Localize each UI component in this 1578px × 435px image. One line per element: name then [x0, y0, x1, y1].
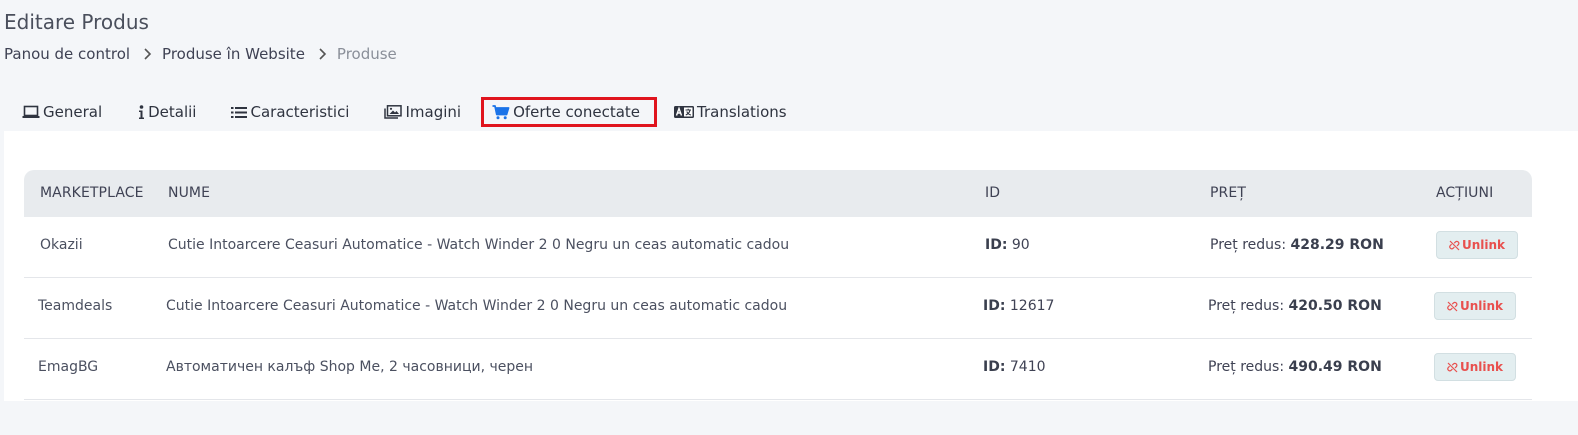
tab-caracteristici[interactable]: Caracteristici	[227, 97, 353, 127]
list-icon	[231, 106, 248, 119]
cart-icon	[492, 104, 510, 120]
table-row: Teamdeals Cutie Intoarcere Ceasuri Autom…	[24, 278, 1532, 339]
unlink-button[interactable]: Unlink	[1434, 353, 1516, 381]
breadcrumb: Panou de control Produse în Website Prod…	[4, 45, 397, 63]
offer-id-cell: ID: 90	[985, 237, 1030, 253]
table-row: Okazii Cutie Intoarcere Ceasuri Automati…	[24, 217, 1532, 278]
tab-detalii[interactable]: Detalii	[134, 97, 200, 127]
chevron-right-icon	[142, 48, 152, 60]
breadcrumb-item-website-products[interactable]: Produse în Website	[162, 45, 305, 63]
price-cell: Preț redus: 428.29 RON	[1210, 237, 1384, 253]
tab-label: Oferte conectate	[513, 103, 641, 121]
tab-imagini[interactable]: Imagini	[380, 97, 465, 127]
marketplace-cell: EmagBG	[38, 359, 99, 375]
breadcrumb-item-products: Produse	[336, 45, 397, 63]
tab-label: Translations	[697, 103, 787, 121]
product-name-cell: Cutie Intoarcere Ceasuri Automatice - Wa…	[168, 237, 790, 253]
tab-oferte-conectate[interactable]: Oferte conectate	[481, 97, 658, 127]
tab-label: Detalii	[148, 103, 197, 121]
product-name-cell: Cutie Intoarcere Ceasuri Automatice - Wa…	[166, 298, 788, 314]
price-cell: Preț redus: 490.49 RON	[1208, 359, 1382, 375]
images-icon	[384, 105, 403, 119]
tab-label: Imagini	[405, 103, 462, 121]
table-row: EmagBG Автоматичен калъф Shop Me, 2 часо…	[24, 339, 1532, 400]
breadcrumb-item-dashboard[interactable]: Panou de control	[4, 45, 130, 63]
chevron-right-icon	[317, 48, 327, 60]
language-icon	[674, 106, 695, 118]
tab-label: General	[43, 103, 103, 121]
product-name-cell: Автоматичен калъф Shop Me, 2 часовници, …	[166, 359, 534, 375]
tab-bar: General Detalii Caracteristici Imagini O…	[0, 94, 791, 130]
connected-offers-table: MARKETPLACE NUME ID PREȚ ACȚIUNI Okazii …	[24, 170, 1532, 400]
tab-translations[interactable]: Translations	[670, 97, 791, 127]
table-header: MARKETPLACE NUME ID PREȚ ACȚIUNI	[24, 170, 1532, 217]
column-header-price: PREȚ	[1210, 185, 1246, 201]
column-header-marketplace: MARKETPLACE	[40, 185, 144, 201]
offer-id-cell: ID: 7410	[983, 359, 1046, 375]
unlink-icon	[1447, 301, 1458, 312]
unlink-button[interactable]: Unlink	[1436, 231, 1518, 259]
laptop-icon	[22, 105, 40, 119]
offer-id-cell: ID: 12617	[983, 298, 1055, 314]
unlink-button[interactable]: Unlink	[1434, 292, 1516, 320]
page-title: Editare Produs	[4, 10, 149, 34]
marketplace-cell: Okazii	[40, 237, 83, 253]
column-header-id: ID	[985, 185, 1001, 201]
tab-label: Caracteristici	[250, 103, 350, 121]
marketplace-cell: Teamdeals	[38, 298, 113, 314]
offers-panel: MARKETPLACE NUME ID PREȚ ACȚIUNI Okazii …	[4, 131, 1578, 401]
column-header-name: NUME	[168, 185, 211, 201]
column-header-actions: ACȚIUNI	[1436, 185, 1494, 201]
info-icon	[138, 104, 145, 120]
unlink-icon	[1447, 362, 1458, 373]
tab-general[interactable]: General	[18, 97, 106, 127]
unlink-icon	[1449, 240, 1460, 251]
price-cell: Preț redus: 420.50 RON	[1208, 298, 1382, 314]
